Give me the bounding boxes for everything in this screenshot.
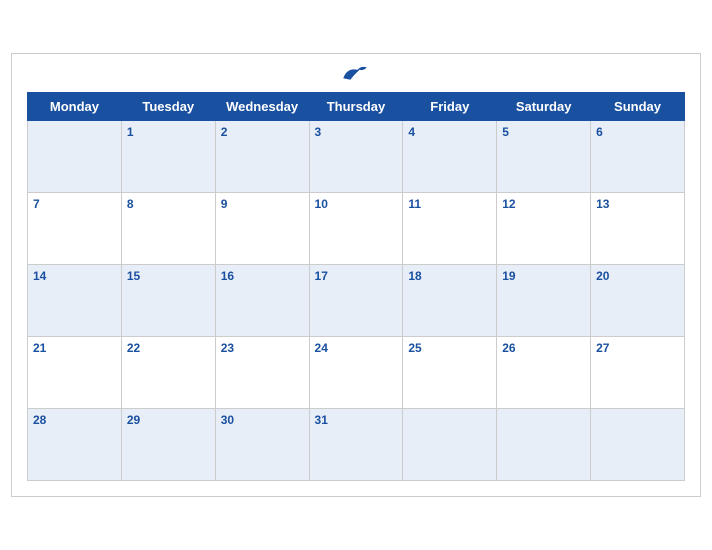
- calendar-week-row: 78910111213: [28, 193, 685, 265]
- calendar-day-20: 20: [591, 265, 685, 337]
- calendar-day-4: 4: [403, 121, 497, 193]
- calendar-header: [27, 64, 685, 84]
- weekday-monday: Monday: [28, 93, 122, 121]
- calendar-day-25: 25: [403, 337, 497, 409]
- calendar-day-empty: [403, 409, 497, 481]
- weekday-saturday: Saturday: [497, 93, 591, 121]
- calendar-day-23: 23: [215, 337, 309, 409]
- calendar-day-5: 5: [497, 121, 591, 193]
- calendar-day-18: 18: [403, 265, 497, 337]
- calendar-day-13: 13: [591, 193, 685, 265]
- calendar-day-8: 8: [121, 193, 215, 265]
- calendar-day-9: 9: [215, 193, 309, 265]
- calendar-day-empty: [497, 409, 591, 481]
- calendar-day-6: 6: [591, 121, 685, 193]
- weekday-tuesday: Tuesday: [121, 93, 215, 121]
- calendar-day-27: 27: [591, 337, 685, 409]
- calendar-week-row: 14151617181920: [28, 265, 685, 337]
- calendar-day-28: 28: [28, 409, 122, 481]
- calendar-day-2: 2: [215, 121, 309, 193]
- calendar-day-10: 10: [309, 193, 403, 265]
- calendar-week-row: 123456: [28, 121, 685, 193]
- weekday-sunday: Sunday: [591, 93, 685, 121]
- logo-bird-icon: [339, 64, 369, 84]
- calendar-day-12: 12: [497, 193, 591, 265]
- calendar-day-30: 30: [215, 409, 309, 481]
- weekday-friday: Friday: [403, 93, 497, 121]
- calendar-day-15: 15: [121, 265, 215, 337]
- calendar-day-1: 1: [121, 121, 215, 193]
- calendar-day-29: 29: [121, 409, 215, 481]
- calendar-day-empty: [591, 409, 685, 481]
- logo: [339, 64, 373, 84]
- calendar-day-empty: [28, 121, 122, 193]
- calendar-tbody: 1234567891011121314151617181920212223242…: [28, 121, 685, 481]
- calendar-day-22: 22: [121, 337, 215, 409]
- calendar-day-21: 21: [28, 337, 122, 409]
- calendar-day-19: 19: [497, 265, 591, 337]
- calendar-day-3: 3: [309, 121, 403, 193]
- calendar-day-24: 24: [309, 337, 403, 409]
- calendar-grid: MondayTuesdayWednesdayThursdayFridaySatu…: [27, 92, 685, 481]
- weekday-header-row: MondayTuesdayWednesdayThursdayFridaySatu…: [28, 93, 685, 121]
- calendar-container: MondayTuesdayWednesdayThursdayFridaySatu…: [11, 53, 701, 497]
- calendar-day-26: 26: [497, 337, 591, 409]
- calendar-week-row: 28293031: [28, 409, 685, 481]
- calendar-thead: MondayTuesdayWednesdayThursdayFridaySatu…: [28, 93, 685, 121]
- calendar-day-7: 7: [28, 193, 122, 265]
- weekday-thursday: Thursday: [309, 93, 403, 121]
- calendar-day-11: 11: [403, 193, 497, 265]
- calendar-day-16: 16: [215, 265, 309, 337]
- calendar-day-14: 14: [28, 265, 122, 337]
- calendar-day-17: 17: [309, 265, 403, 337]
- weekday-wednesday: Wednesday: [215, 93, 309, 121]
- calendar-day-31: 31: [309, 409, 403, 481]
- calendar-week-row: 21222324252627: [28, 337, 685, 409]
